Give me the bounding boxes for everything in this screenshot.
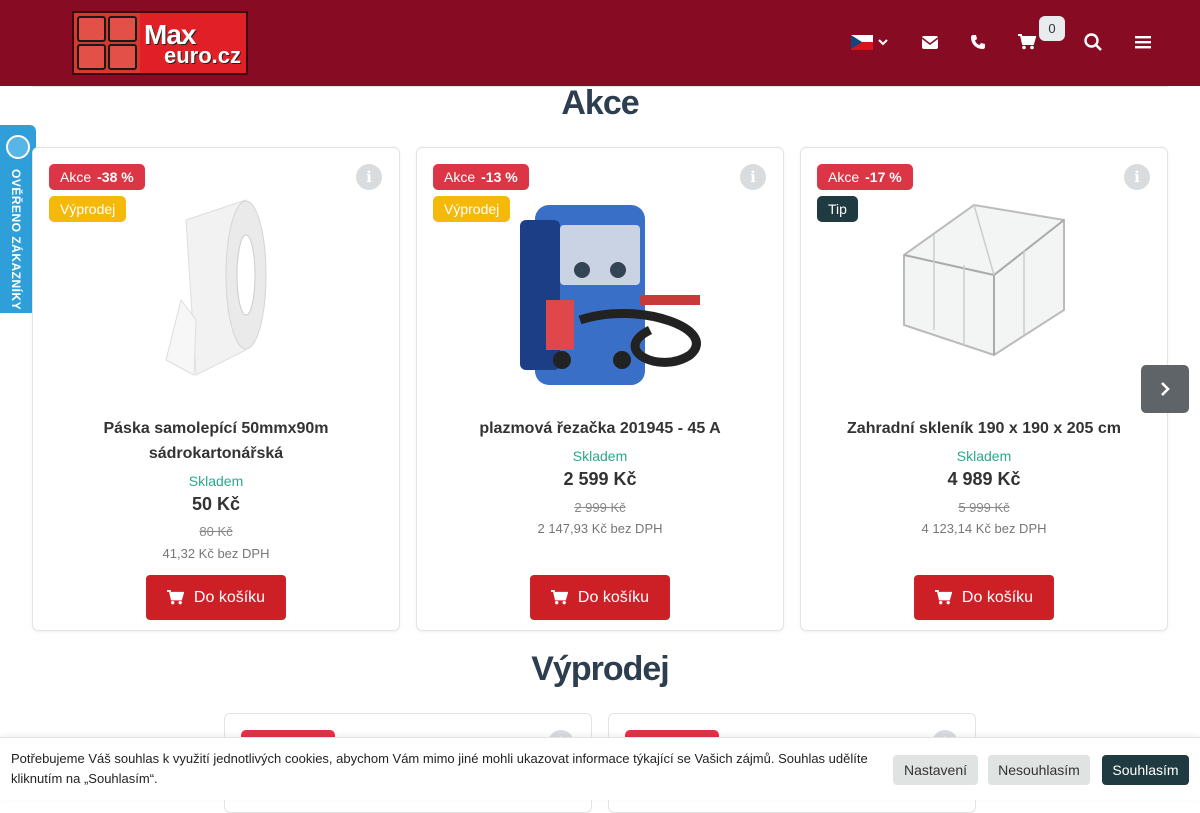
site-header: Max euro.cz 0 [0,0,1200,86]
info-icon[interactable]: i [1124,164,1150,190]
cookie-decline-button[interactable]: Nesouhlasím [988,755,1090,785]
info-icon[interactable]: i [356,164,382,190]
chevron-down-icon[interactable] [872,30,894,54]
product-image-tape[interactable] [106,180,326,390]
cart-icon [934,590,952,605]
chevron-right-icon [1161,382,1170,396]
product-card[interactable]: Akce -13 % Výprodej i plazmová řezačka 20… [416,147,784,631]
info-icon[interactable]: i [740,164,766,190]
product-card[interactable]: Akce -17 % Tip i Zahradní skleník 190 x 1… [800,147,1168,631]
cookie-consent-text: Potřebujeme Váš souhlas k využití jednot… [11,751,868,786]
cart-count-badge[interactable]: 0 [1039,16,1065,41]
logo-tools-icon [74,13,140,73]
section-title-akce: Akce [561,84,639,122]
cart-icon [166,590,184,605]
add-to-cart-button[interactable]: Do košíku [146,575,286,620]
product-name[interactable]: plazmová řezačka 201945 - 45 A [437,416,763,441]
add-to-cart-button[interactable]: Do košíku [914,575,1054,620]
product-image-greenhouse[interactable] [874,180,1094,390]
price-without-vat: 4 123,14 Kč bez DPH [921,521,1047,536]
old-price: 2 999 Kč [574,500,626,515]
price-without-vat: 2 147,93 Kč bez DPH [537,521,663,536]
cart-icon [550,590,568,605]
cart-icon[interactable] [1015,30,1039,54]
price-without-vat: 41,32 Kč bez DPH [162,546,270,561]
phone-icon[interactable] [966,30,990,54]
cookie-consent-bar: Potřebujeme Váš souhlas k využití jednot… [0,737,1200,800]
product-price: 2 599 Kč [563,469,637,489]
carousel-next-button[interactable] [1141,365,1189,413]
site-logo[interactable]: Max euro.cz [72,11,248,75]
product-image-plasma-cutter[interactable] [490,180,710,390]
product-price: 50 Kč [191,494,241,514]
add-to-cart-button[interactable]: Do košíku [530,575,670,620]
tip-badge: Tip [817,196,858,222]
product-name[interactable]: Páska samolepící 50mmx90m sádrokartonářs… [53,416,379,466]
flag-cz-icon[interactable] [851,35,873,50]
cookie-settings-button[interactable]: Nastavení [893,755,978,785]
envelope-icon[interactable] [918,30,942,54]
section-title-vyprodej: Výprodej [531,650,669,688]
product-name[interactable]: Zahradní skleník 190 x 190 x 205 cm [821,416,1147,441]
heureka-seal-icon [6,135,30,159]
stock-status: Skladem [956,448,1012,464]
stock-status: Skladem [572,448,628,464]
verified-by-customers-badge[interactable]: OVĚŘENO ZÁKAZNÍKY [0,125,36,313]
product-card[interactable]: Akce -38 % Výprodej i Páska samolepící 50… [32,147,400,631]
old-price: 5 999 Kč [958,500,1010,515]
search-icon[interactable] [1081,30,1105,54]
logo-euro-text: euro.cz [164,43,242,68]
verified-badge-text: OVĚŘENO ZÁKAZNÍKY [9,169,23,311]
menu-icon[interactable] [1131,30,1155,54]
cookie-accept-button[interactable]: Souhlasím [1102,755,1189,785]
old-price: 80 Kč [199,524,233,539]
product-price: 4 989 Kč [947,469,1021,489]
stock-status: Skladem [188,473,244,489]
